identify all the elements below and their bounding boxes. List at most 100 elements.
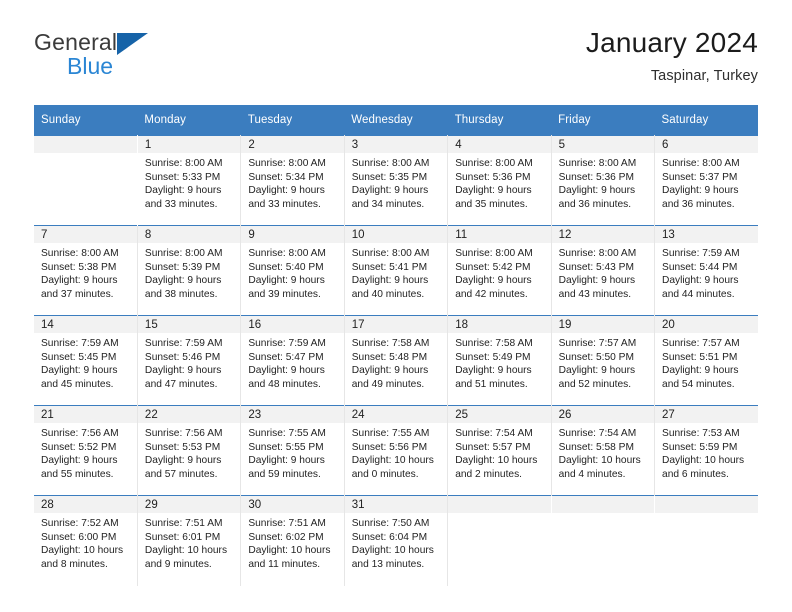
- day-detail-line: Sunset: 5:56 PM: [351, 441, 428, 453]
- calendar-day-cell[interactable]: 19 Sunrise: 7:57 AM Sunset: 5:50 PM Dayligh…: [551, 315, 656, 406]
- day-detail-line: Daylight: 9 hours: [662, 365, 739, 377]
- day-detail-line: Sunrise: 7:59 AM: [144, 338, 223, 349]
- calendar-day-cell[interactable]: 21 Sunrise: 7:56 AM Sunset: 5:52 PM Dayligh…: [34, 405, 138, 496]
- calendar-day-cell[interactable]: 31 Sunrise: 7:50 AM Sunset: 6:04 PM Dayligh…: [344, 495, 449, 586]
- day-number: 27: [655, 406, 758, 423]
- calendar-day-cell[interactable]: 16 Sunrise: 7:59 AM Sunset: 5:47 PM Dayligh…: [240, 315, 345, 406]
- day-detail-line: and 39 minutes.: [248, 288, 321, 300]
- day-details: Sunrise: 8:00 AM Sunset: 5:36 PM Daylight:…: [552, 153, 654, 211]
- day-detail-line: Sunset: 5:45 PM: [41, 351, 117, 363]
- calendar-day-cell[interactable]: 15 Sunrise: 7:59 AM Sunset: 5:46 PM Dayligh…: [137, 315, 242, 406]
- weekday-header-wednesday: Wednesday: [344, 105, 448, 136]
- day-detail-line: Sunrise: 7:57 AM: [662, 338, 740, 349]
- day-detail-line: Daylight: 9 hours: [558, 275, 636, 287]
- day-detail-line: Sunrise: 8:00 AM: [144, 158, 223, 169]
- weekday-header-tuesday: Tuesday: [240, 105, 345, 136]
- day-detail-line: and 33 minutes.: [144, 198, 218, 210]
- calendar-day-cell[interactable]: 29 Sunrise: 7:51 AM Sunset: 6:01 PM Dayligh…: [137, 495, 242, 586]
- day-detail-line: Daylight: 9 hours: [144, 455, 222, 467]
- weekday-header-friday: Friday: [551, 105, 655, 136]
- day-detail-line: and 33 minutes.: [248, 198, 321, 210]
- calendar-day-cell[interactable]: 4 Sunrise: 8:00 AM Sunset: 5:36 PM Daylight…: [447, 135, 552, 226]
- day-details: Sunrise: 7:51 AM Sunset: 6:02 PM Daylight:…: [241, 513, 343, 571]
- calendar-day-cell[interactable]: 20 Sunrise: 7:57 AM Sunset: 5:51 PM Dayligh…: [654, 315, 758, 406]
- day-detail-line: Sunrise: 8:00 AM: [351, 158, 430, 169]
- day-detail-line: and 4 minutes.: [558, 468, 626, 480]
- day-detail-line: Sunrise: 7:55 AM: [351, 428, 430, 439]
- day-number: 20: [655, 316, 758, 333]
- day-detail-line: Sunrise: 7:50 AM: [351, 518, 430, 529]
- day-detail-line: Daylight: 9 hours: [248, 455, 325, 467]
- calendar-day-cell[interactable]: 28 Sunrise: 7:52 AM Sunset: 6:00 PM Dayligh…: [34, 495, 138, 586]
- calendar-empty-cell: [654, 495, 758, 586]
- day-detail-line: Daylight: 9 hours: [248, 275, 325, 287]
- day-detail-line: and 38 minutes.: [144, 288, 218, 300]
- day-detail-line: Sunrise: 7:54 AM: [455, 428, 533, 439]
- day-detail-line: Daylight: 9 hours: [144, 275, 222, 287]
- brand-logo[interactable]: General Blue: [34, 26, 224, 78]
- day-detail-line: Daylight: 9 hours: [558, 365, 636, 377]
- day-detail-line: Sunrise: 7:51 AM: [144, 518, 223, 529]
- day-detail-line: and 59 minutes.: [248, 468, 321, 480]
- calendar-day-cell[interactable]: 2 Sunrise: 8:00 AM Sunset: 5:34 PM Daylight…: [240, 135, 345, 226]
- calendar-day-cell[interactable]: 9 Sunrise: 8:00 AM Sunset: 5:40 PM Daylight…: [240, 225, 345, 316]
- calendar-day-cell[interactable]: 25 Sunrise: 7:54 AM Sunset: 5:57 PM Dayligh…: [447, 405, 552, 496]
- calendar-day-cell[interactable]: 10 Sunrise: 8:00 AM Sunset: 5:41 PM Dayligh…: [344, 225, 449, 316]
- day-detail-line: and 35 minutes.: [455, 198, 528, 210]
- calendar-week-row: 28 Sunrise: 7:52 AM Sunset: 6:00 PM Dayligh…: [34, 495, 758, 586]
- day-detail-line: and 40 minutes.: [351, 288, 425, 300]
- calendar-day-cell[interactable]: 13 Sunrise: 7:59 AM Sunset: 5:44 PM Dayligh…: [654, 225, 758, 316]
- calendar-day-cell[interactable]: 3 Sunrise: 8:00 AM Sunset: 5:35 PM Daylight…: [344, 135, 449, 226]
- calendar-day-cell[interactable]: 30 Sunrise: 7:51 AM Sunset: 6:02 PM Dayligh…: [240, 495, 345, 586]
- calendar-day-cell[interactable]: 6 Sunrise: 8:00 AM Sunset: 5:37 PM Daylight…: [654, 135, 758, 226]
- day-detail-line: Sunrise: 8:00 AM: [455, 248, 533, 259]
- calendar-day-cell[interactable]: 22 Sunrise: 7:56 AM Sunset: 5:53 PM Dayligh…: [137, 405, 242, 496]
- day-number: 13: [655, 226, 758, 243]
- day-details: Sunrise: 7:59 AM Sunset: 5:47 PM Daylight:…: [241, 333, 343, 391]
- day-details: Sunrise: 8:00 AM Sunset: 5:33 PM Daylight:…: [138, 153, 240, 211]
- day-details: Sunrise: 7:53 AM Sunset: 5:59 PM Daylight:…: [655, 423, 758, 481]
- day-number: 21: [34, 406, 137, 423]
- day-details: [34, 153, 137, 157]
- day-detail-line: and 47 minutes.: [144, 378, 218, 390]
- calendar-day-cell[interactable]: 26 Sunrise: 7:54 AM Sunset: 5:58 PM Dayligh…: [551, 405, 656, 496]
- day-number: 24: [344, 406, 448, 423]
- calendar-day-cell[interactable]: 24 Sunrise: 7:55 AM Sunset: 5:56 PM Dayligh…: [344, 405, 449, 496]
- day-details: Sunrise: 8:00 AM Sunset: 5:38 PM Daylight:…: [34, 243, 137, 301]
- day-details: Sunrise: 8:00 AM Sunset: 5:40 PM Daylight:…: [241, 243, 343, 301]
- calendar-day-cell[interactable]: 18 Sunrise: 7:58 AM Sunset: 5:49 PM Dayligh…: [447, 315, 552, 406]
- calendar-day-cell[interactable]: 11 Sunrise: 8:00 AM Sunset: 5:42 PM Dayligh…: [447, 225, 552, 316]
- calendar-week-row: 14 Sunrise: 7:59 AM Sunset: 5:45 PM Dayligh…: [34, 315, 758, 406]
- calendar-empty-cell: [447, 495, 552, 586]
- calendar-day-cell[interactable]: 7 Sunrise: 8:00 AM Sunset: 5:38 PM Daylight…: [34, 225, 138, 316]
- day-detail-line: Sunrise: 7:58 AM: [455, 338, 533, 349]
- day-number: 12: [551, 226, 655, 243]
- calendar-empty-cell: [551, 495, 656, 586]
- day-detail-line: Daylight: 9 hours: [144, 185, 222, 197]
- day-detail-line: and 48 minutes.: [248, 378, 321, 390]
- calendar-day-cell[interactable]: 1 Sunrise: 8:00 AM Sunset: 5:33 PM Daylight…: [137, 135, 242, 226]
- calendar-day-cell[interactable]: 5 Sunrise: 8:00 AM Sunset: 5:36 PM Daylight…: [551, 135, 656, 226]
- calendar-day-cell[interactable]: 27 Sunrise: 7:53 AM Sunset: 5:59 PM Dayligh…: [654, 405, 758, 496]
- calendar-table: Sunday Monday Tuesday Wednesday Thursday Frid…: [34, 105, 758, 586]
- calendar-day-cell[interactable]: 8 Sunrise: 8:00 AM Sunset: 5:39 PM Daylight…: [137, 225, 242, 316]
- brand-triangle-icon: [117, 33, 149, 55]
- title-block: January 2024 Taspinar, Turkey: [586, 26, 758, 86]
- day-detail-line: Daylight: 9 hours: [351, 185, 429, 197]
- day-detail-line: Sunset: 5:34 PM: [248, 171, 324, 183]
- day-detail-line: Sunrise: 8:00 AM: [558, 158, 637, 169]
- day-detail-line: and 51 minutes.: [455, 378, 528, 390]
- calendar-day-cell[interactable]: 14 Sunrise: 7:59 AM Sunset: 5:45 PM Dayligh…: [34, 315, 138, 406]
- day-detail-line: Sunrise: 8:00 AM: [455, 158, 533, 169]
- day-detail-line: Daylight: 10 hours: [558, 455, 641, 467]
- day-details: Sunrise: 8:00 AM Sunset: 5:34 PM Daylight:…: [241, 153, 343, 211]
- day-number: 5: [551, 136, 655, 153]
- calendar-day-cell[interactable]: 12 Sunrise: 8:00 AM Sunset: 5:43 PM Dayligh…: [551, 225, 656, 316]
- calendar-day-cell[interactable]: 23 Sunrise: 7:55 AM Sunset: 5:55 PM Dayligh…: [240, 405, 345, 496]
- brand-name-top-text: General: [34, 29, 118, 55]
- day-detail-line: Sunset: 6:04 PM: [351, 531, 428, 543]
- page-title: January 2024: [585, 27, 758, 58]
- day-details: Sunrise: 7:59 AM Sunset: 5:44 PM Daylight:…: [655, 243, 758, 301]
- calendar-day-cell[interactable]: 17 Sunrise: 7:58 AM Sunset: 5:48 PM Dayligh…: [344, 315, 449, 406]
- day-detail-line: Sunset: 5:58 PM: [558, 441, 634, 453]
